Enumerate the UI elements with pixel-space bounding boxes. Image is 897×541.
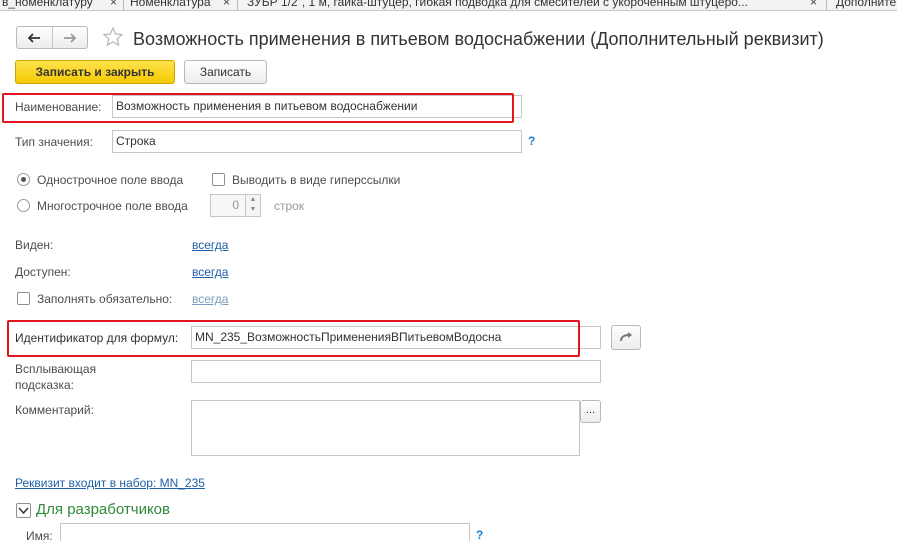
tab-bar: в_номенклатуру × Номенклатура × ЗУБР 1/2… <box>0 0 897 11</box>
page-title: Возможность применения в питьевом водосн… <box>133 29 824 49</box>
tab-additional[interactable]: Дополните <box>836 0 897 10</box>
arrow-left-icon <box>28 32 41 43</box>
arrow-right-icon <box>63 32 77 43</box>
chevron-down-icon <box>18 507 29 515</box>
tab-close-icon[interactable]: × <box>110 0 117 10</box>
comment-textarea[interactable] <box>191 400 580 456</box>
tab-product[interactable]: ЗУБР 1/2", 1 м, гайка-штуцер, гибкая под… <box>247 0 803 10</box>
single-line-label: Однострочное поле ввода <box>37 173 184 187</box>
favorite-star-icon[interactable] <box>102 26 124 51</box>
stepper-down-icon[interactable]: ▼ <box>246 205 260 215</box>
redo-arrow-icon <box>620 332 632 342</box>
tab-nomenclature-link[interactable]: в_номенклатуру <box>2 0 97 10</box>
tab-close-icon[interactable]: × <box>810 0 817 10</box>
tooltip-label: Всплывающая <box>15 362 97 376</box>
tab-close-icon[interactable]: × <box>223 0 230 10</box>
dev-name-input[interactable] <box>60 523 470 541</box>
required-label: Заполнять обязательно: <box>37 292 173 306</box>
lines-count-input[interactable]: 0 <box>210 194 246 217</box>
available-link[interactable]: всегда <box>192 265 228 279</box>
navigation-group <box>16 26 88 49</box>
comment-label: Комментарий: <box>15 403 94 417</box>
tab-separator <box>123 0 124 10</box>
lines-unit-label: строк <box>274 199 305 213</box>
tooltip-label-cont: подсказка: <box>15 378 74 392</box>
available-label: Доступен: <box>15 265 71 279</box>
single-line-radio[interactable] <box>17 173 30 186</box>
collapse-toggle[interactable] <box>16 503 31 518</box>
tab-nomenclature[interactable]: Номенклатура <box>130 0 216 10</box>
required-checkbox[interactable] <box>17 292 30 305</box>
multi-line-label: Многострочное поле ввода <box>37 199 188 213</box>
refresh-id-button[interactable] <box>611 325 641 350</box>
help-icon[interactable]: ? <box>476 528 483 541</box>
stepper-up-icon[interactable]: ▲ <box>246 195 260 205</box>
dev-name-label: Имя: <box>26 529 53 541</box>
tab-separator <box>237 0 238 10</box>
hyperlink-label: Выводить в виде гиперссылки <box>232 173 401 187</box>
tab-separator <box>826 0 827 10</box>
save-button[interactable]: Записать <box>184 60 267 84</box>
highlight-box <box>2 93 514 123</box>
multi-line-radio[interactable] <box>17 199 30 212</box>
type-input[interactable]: Строка <box>112 130 522 153</box>
save-and-close-button[interactable]: Записать и закрыть <box>15 60 175 84</box>
forward-button[interactable] <box>51 27 87 48</box>
visible-link[interactable]: всегда <box>192 238 228 252</box>
back-button[interactable] <box>17 27 52 48</box>
visible-label: Виден: <box>15 238 54 252</box>
help-icon[interactable]: ? <box>528 134 535 148</box>
tooltip-input[interactable] <box>191 360 601 383</box>
attribute-set-link[interactable]: Реквизит входит в набор: MN_235 <box>15 476 205 490</box>
developers-section-title[interactable]: Для разработчиков <box>36 501 170 518</box>
comment-more-button[interactable]: ... <box>580 400 601 423</box>
required-link[interactable]: всегда <box>192 292 228 306</box>
type-label: Тип значения: <box>15 135 93 149</box>
hyperlink-checkbox[interactable] <box>212 173 225 186</box>
highlight-box <box>7 320 580 357</box>
lines-stepper[interactable]: ▲ ▼ <box>245 194 261 217</box>
